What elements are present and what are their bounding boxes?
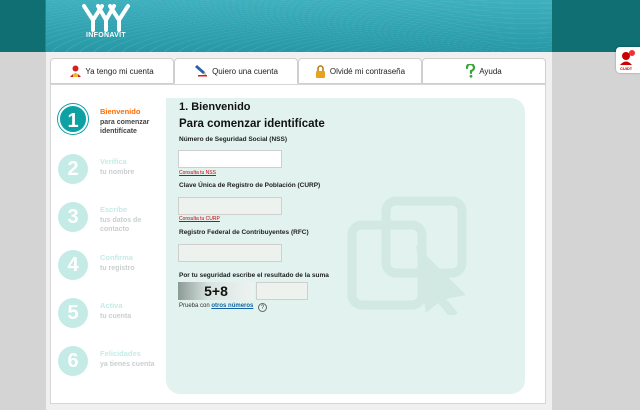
chat-user-icon	[620, 50, 635, 65]
captcha-label: Por tu seguridad escribe el resultado de…	[179, 272, 329, 279]
step-bienvenido: 1 Bienvenido para comenzar identifícate	[52, 98, 166, 146]
tab-label: Ayuda	[479, 66, 502, 76]
side-badge-label: CUIDT	[620, 66, 633, 71]
step-activa: 5 Activa tu cuenta	[52, 292, 166, 340]
captcha-field[interactable]	[256, 282, 308, 300]
nss-field[interactable]	[178, 150, 282, 168]
curp-label: Clave Única de Registro de Población (CU…	[179, 182, 321, 189]
step-escribe: 3 Escribe tus datos de contacto	[52, 196, 166, 244]
tab-ayuda[interactable]: Ayuda	[422, 58, 546, 84]
step-subtitle: para comenzar identifícate	[100, 119, 150, 135]
tab-quiero-cuenta[interactable]: Quiero una cuenta	[174, 58, 298, 84]
captcha-refresh-prefix: Prueba con	[179, 303, 210, 309]
tab-label: Quiero una cuenta	[212, 66, 278, 76]
pencil-icon	[194, 65, 208, 77]
curp-help-link[interactable]: Consulta tu CURP	[179, 216, 220, 222]
step-title: Bienvenido	[100, 107, 141, 116]
step-number: 6	[58, 346, 88, 376]
user-icon	[70, 65, 82, 77]
step-subtitle: tus datos de contacto	[100, 217, 142, 233]
tab-bar: Ya tengo mi cuenta Quiero una cuenta Olv…	[50, 58, 546, 84]
step-title: Escribe	[100, 205, 128, 214]
form-heading: 1. Bienvenido	[179, 101, 251, 113]
question-icon	[466, 64, 476, 78]
captcha-refresh: Prueba con otros números	[179, 303, 253, 309]
step-subtitle: tu registro	[100, 265, 135, 272]
logo-text: INFONAVIT	[86, 32, 126, 39]
help-icon[interactable]: ?	[258, 303, 267, 312]
form-subheading: Para comenzar identifícate	[179, 118, 325, 130]
step-title: Felicidades	[100, 349, 141, 358]
step-number: 2	[58, 154, 88, 184]
step-confirma: 4 Confirma tu registro	[52, 244, 166, 292]
step-verifica: 2 Verifica tu nombre	[52, 148, 166, 196]
step-number: 5	[58, 298, 88, 328]
curp-field[interactable]	[178, 197, 282, 215]
watermark-icon	[347, 196, 467, 315]
nss-label: Número de Seguridad Social (NSS)	[179, 136, 287, 143]
captcha-image: 5+8	[178, 282, 254, 300]
step-title: Confirma	[100, 253, 133, 262]
rfc-label: Registro Federal de Contribuyentes (RFC)	[179, 229, 309, 236]
tab-ya-tengo-cuenta[interactable]: Ya tengo mi cuenta	[50, 58, 174, 84]
step-subtitle: ya tienes cuenta	[100, 361, 155, 368]
step-subtitle: tu nombre	[100, 169, 135, 176]
tab-label: Ya tengo mi cuenta	[85, 66, 154, 76]
captcha-refresh-link[interactable]: otros números	[211, 303, 253, 309]
step-title: Verifica	[100, 157, 127, 166]
step-number: 4	[58, 250, 88, 280]
rfc-field[interactable]	[178, 244, 282, 262]
step-subtitle: tu cuenta	[100, 313, 132, 320]
side-badge[interactable]: CUIDT	[616, 47, 640, 73]
step-title: Activa	[100, 301, 123, 310]
step-number: 3	[58, 202, 88, 232]
step-felicidades: 6 Felicidades ya tienes cuenta	[52, 340, 166, 388]
lock-icon	[315, 64, 326, 78]
tab-olvide-contrasena[interactable]: Olvidé mi contraseña	[298, 58, 422, 84]
step-number: 1	[58, 104, 88, 134]
nss-help-link[interactable]: Consulta tu NSS	[179, 170, 216, 176]
tab-label: Olvidé mi contraseña	[329, 66, 406, 76]
